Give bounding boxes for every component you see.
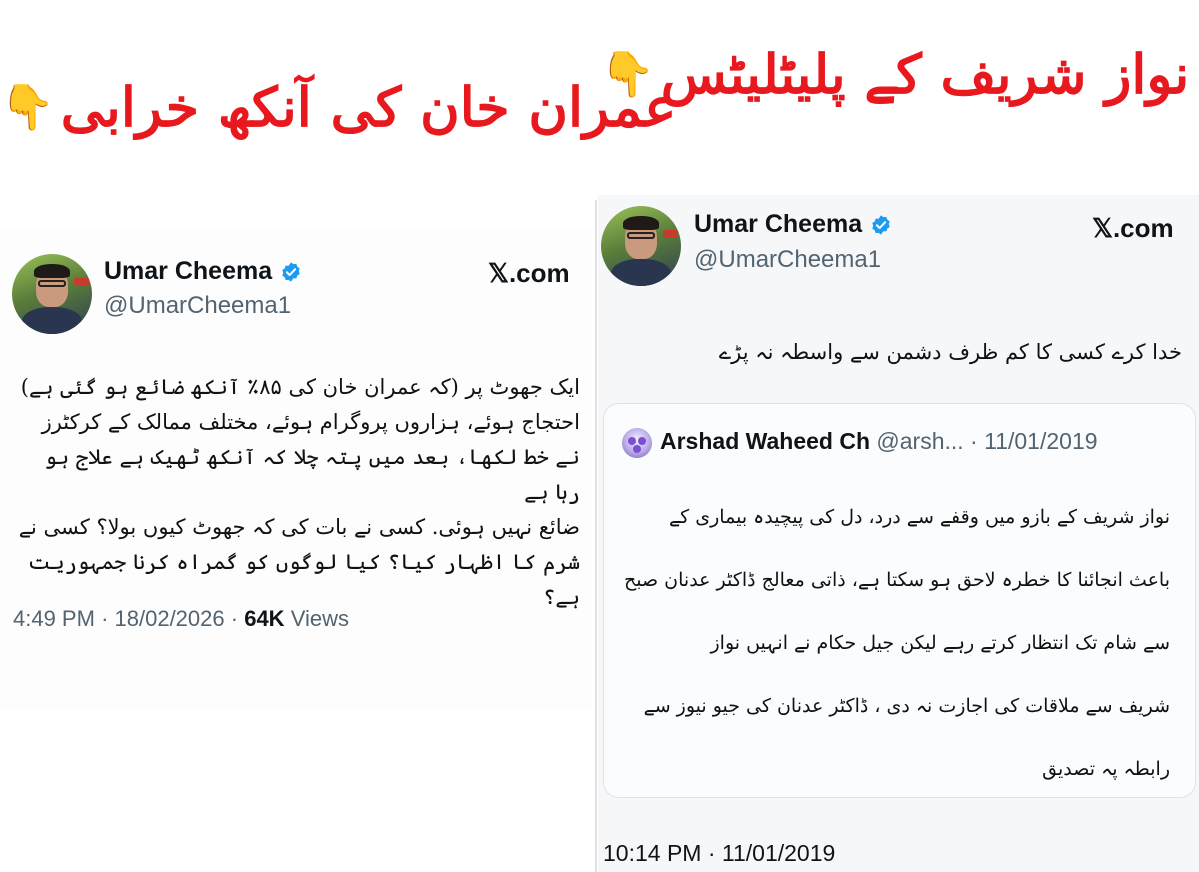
quoted-avatar[interactable] — [622, 428, 652, 458]
tweet-meta: 4:49 PM · 18/02/2026 · 64K Views — [13, 606, 349, 631]
tweet-date[interactable]: 18/02/2026 — [115, 606, 225, 631]
quoted-line: نواز شریف کے بازو میں وقفے سے درد، دل کی… — [669, 506, 1170, 528]
views-label: Views — [290, 606, 349, 631]
tweet-date[interactable]: 11/01/2019 — [722, 840, 835, 866]
tweet-line: ایک جھوٹ پر (کہ عمران خان کی ۸۵٪ آنکھ ضا… — [20, 375, 580, 399]
quoted-tweet-text: نواز شریف کے بازو میں وقفے سے درد، دل کی… — [615, 486, 1170, 801]
quoted-author-handle[interactable]: @arsh... — [876, 428, 963, 454]
author-handle[interactable]: @UmarCheema1 — [104, 292, 291, 320]
pointing-down-icon: 👇 — [0, 82, 55, 133]
divider — [595, 200, 597, 872]
avatar[interactable] — [12, 254, 92, 334]
quoted-line: رابطہ پہ تصدیق — [1042, 758, 1170, 780]
quoted-line: سے شام تک انتظار کرتے رہے لیکن جیل حکام … — [710, 632, 1170, 654]
tweet-time[interactable]: 10:14 PM — [603, 840, 701, 866]
quoted-author-name[interactable]: Arshad Waheed Ch — [660, 428, 870, 454]
tweet-time[interactable]: 4:49 PM — [13, 606, 95, 631]
tweet-text: خدا کرے کسی کا کم ظرف دشمن سے واسطہ نہ پ… — [718, 340, 1182, 364]
headline-text: نواز شریف کے پلیٹلیٹس — [660, 42, 1190, 106]
verified-badge-icon — [282, 261, 300, 282]
pointing-down-icon: 👇 — [600, 49, 655, 100]
quoted-line: باعث انجائنا کا خطرہ لاحق ہو سکتا ہے، ذا… — [624, 569, 1170, 591]
verified-badge-icon — [872, 214, 890, 235]
quoted-line: شریف سے ملاقات کی اجازت نہ دی ، ڈاکٹر عد… — [643, 695, 1170, 717]
headline-imran-khan-eye: عمران خان کی آنکھ خرابی 👇 — [0, 75, 676, 139]
tweet-line: شرم کا اظہار کیا؟ کیا لوگوں کو گمراہ کرن… — [27, 550, 580, 609]
tweet-line: نے خط لکھا، بعد میں پتہ چلا کہ آنکھ ٹھیک… — [44, 445, 580, 504]
tweet-meta: 10:14 PM · 11/01/2019 — [603, 840, 836, 866]
author-name[interactable]: Umar Cheema — [694, 210, 892, 239]
tweet-line: احتجاج ہوئے، ہزاروں پروگرام ہوئے، مختلف … — [41, 410, 580, 434]
headline-text: عمران خان کی آنکھ خرابی — [60, 75, 677, 139]
quoted-header: Arshad Waheed Ch @arsh... · 11/01/2019 — [660, 428, 1098, 454]
author-handle[interactable]: @UmarCheema1 — [694, 246, 881, 274]
avatar[interactable] — [601, 206, 681, 286]
views-count: 64K — [244, 606, 285, 631]
quoted-date[interactable]: 11/01/2019 — [984, 428, 1097, 454]
author-name[interactable]: Umar Cheema — [104, 257, 302, 286]
headline-nawaz-sharif-platelets: نواز شریف کے پلیٹلیٹس 👇 — [600, 42, 1190, 106]
x-com-logo[interactable]: 𝕏.com — [1092, 213, 1174, 244]
x-com-logo[interactable]: 𝕏.com — [488, 258, 570, 289]
tweet-text: ایک جھوٹ پر (کہ عمران خان کی ۸۵٪ آنکھ ضا… — [15, 370, 580, 615]
tweet-line: ضائع نہیں ہوئی. کسی نے بات کی کہ جھوٹ کی… — [18, 515, 580, 539]
